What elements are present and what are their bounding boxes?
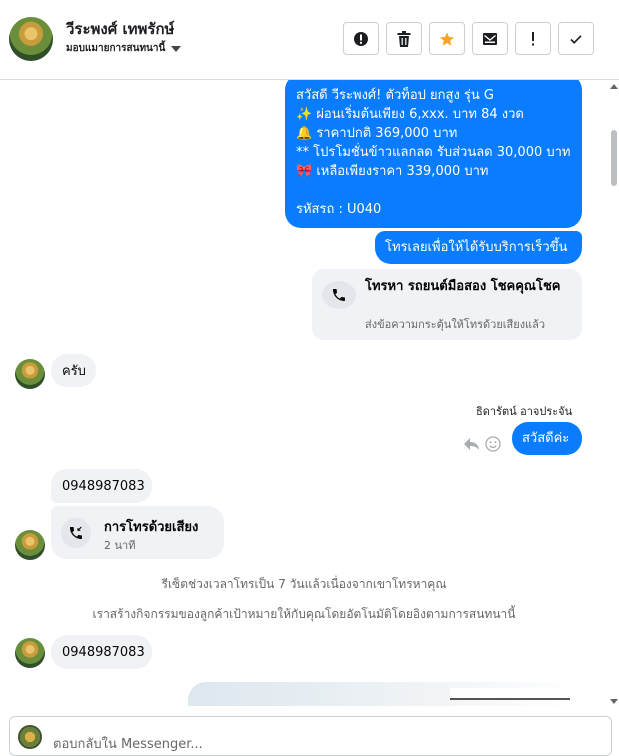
delete-button[interactable] bbox=[386, 22, 422, 55]
system-note: เราสร้างกิจกรรมของลูกค้าเป้าหมายให้กับคุ… bbox=[92, 607, 516, 621]
voice-call-duration: 2 นาที bbox=[104, 539, 136, 552]
promo-message-bubble[interactable]: สวัสดี วีระพงศ์! ตัวท็อป ยกสูง รุ่น G ✨ … bbox=[285, 80, 582, 228]
report-button[interactable] bbox=[343, 22, 379, 55]
image-attachment[interactable] bbox=[188, 682, 582, 706]
call-icon-circle bbox=[61, 518, 91, 548]
promo-line: 🎀 เหลือเพียงราคา 339,000 บาท bbox=[296, 164, 489, 179]
promo-line: 🔔 ราคาปกติ 369,000 บาท bbox=[296, 126, 458, 141]
trash-icon bbox=[397, 30, 411, 47]
promo-line bbox=[296, 181, 571, 200]
call-prompt-bubble[interactable]: โทรเลยเพื่อให้ได้รับบริการเร็วขึ้น bbox=[375, 231, 582, 264]
phone-icon-circle bbox=[322, 281, 356, 309]
reply-icon[interactable] bbox=[463, 437, 480, 451]
chevron-down-icon bbox=[171, 45, 182, 52]
promo-line: รหัสรถ : U040 bbox=[296, 202, 382, 217]
phone-icon bbox=[333, 289, 345, 301]
contact-name[interactable]: วีระพงศ์ เทพรักษ์ bbox=[66, 17, 174, 41]
reply-input[interactable]: ตอบกลับใน Messenger... bbox=[53, 733, 203, 754]
message-text: 0948987083 bbox=[62, 479, 145, 494]
scroll-down-arrow[interactable] bbox=[610, 699, 618, 704]
exclamation-icon bbox=[532, 31, 534, 45]
promo-line: ✨ ผ่อนเริ่มต้นเพียง 6,xxx. บาท 84 งวด bbox=[296, 107, 524, 122]
scrollbar-thumb[interactable] bbox=[611, 130, 617, 186]
avatar[interactable] bbox=[9, 17, 53, 61]
message-text: 0948987083 bbox=[62, 645, 145, 660]
message-thread[interactable]: สวัสดี วีระพงศ์! ตัวท็อป ยกสูง รุ่น G ✨ … bbox=[0, 80, 619, 706]
promo-line: สวัสดี วีระพงศ์! ตัวท็อป ยกสูง รุ่น G bbox=[296, 88, 495, 103]
star-button[interactable] bbox=[429, 22, 465, 55]
mark-unread-icon bbox=[483, 32, 497, 45]
call-prompt-text: โทรเลยเพื่อให้ได้รับบริการเร็วขึ้น bbox=[385, 240, 568, 255]
call-request-card[interactable]: โทรหา รถยนต์มือสอง โชคคุณโชค ส่งข้อความก… bbox=[312, 269, 582, 340]
voice-call-title: การโทรด้วยเสียง bbox=[104, 520, 199, 535]
avatar[interactable] bbox=[15, 530, 45, 560]
promo-line: ** โปรโมชั่นข้าวแลกลด รับส่วนลด 30,000 บ… bbox=[296, 145, 571, 160]
mark-unread-button[interactable] bbox=[472, 22, 508, 55]
check-icon bbox=[570, 34, 582, 44]
outgoing-message[interactable]: สวัสดีค่ะ bbox=[512, 422, 582, 455]
image-detail bbox=[450, 688, 570, 700]
agent-name: ธิดารัตน์ อาจประจัน bbox=[476, 405, 573, 418]
call-card-title: โทรหา รถยนต์มือสอง โชคคุณโชค bbox=[365, 279, 561, 294]
reply-composer[interactable]: ตอบกลับใน Messenger... bbox=[9, 716, 612, 756]
voice-call-card[interactable]: การโทรด้วยเสียง 2 นาที bbox=[51, 506, 224, 559]
priority-button[interactable] bbox=[515, 22, 551, 55]
conversation-header: วีระพงศ์ เทพรักษ์ มอบแมายการสนทนานี้ bbox=[0, 0, 619, 80]
scroll-up-arrow[interactable] bbox=[610, 84, 618, 89]
avatar[interactable] bbox=[15, 638, 45, 668]
message-text: ครับ bbox=[62, 364, 86, 379]
incoming-call-icon bbox=[70, 526, 82, 539]
scrollbar[interactable] bbox=[608, 80, 619, 706]
star-icon bbox=[440, 31, 454, 46]
alert-circle-icon bbox=[354, 31, 368, 46]
incoming-message[interactable]: ครับ bbox=[51, 354, 96, 387]
incoming-message[interactable]: 0948987083 bbox=[51, 469, 152, 503]
message-text: สวัสดีค่ะ bbox=[522, 431, 570, 446]
assign-label: มอบแมายการสนทนานี้ bbox=[66, 43, 166, 54]
emoji-reaction-icon[interactable] bbox=[485, 436, 501, 452]
incoming-message[interactable]: 0948987083 bbox=[51, 635, 152, 669]
avatar[interactable] bbox=[15, 359, 45, 389]
page-avatar bbox=[18, 725, 42, 749]
call-card-subtitle: ส่งข้อความกระตุ้นให้โทรด้วยเสียงแล้ว bbox=[365, 318, 546, 331]
mark-done-button[interactable] bbox=[558, 22, 594, 55]
system-note: รีเซ็ตช่วงเวลาโทรเป็น 7 วันแล้วเนื่องจาก… bbox=[161, 577, 447, 591]
assign-conversation-dropdown[interactable]: มอบแมายการสนทนานี้ bbox=[66, 41, 182, 56]
